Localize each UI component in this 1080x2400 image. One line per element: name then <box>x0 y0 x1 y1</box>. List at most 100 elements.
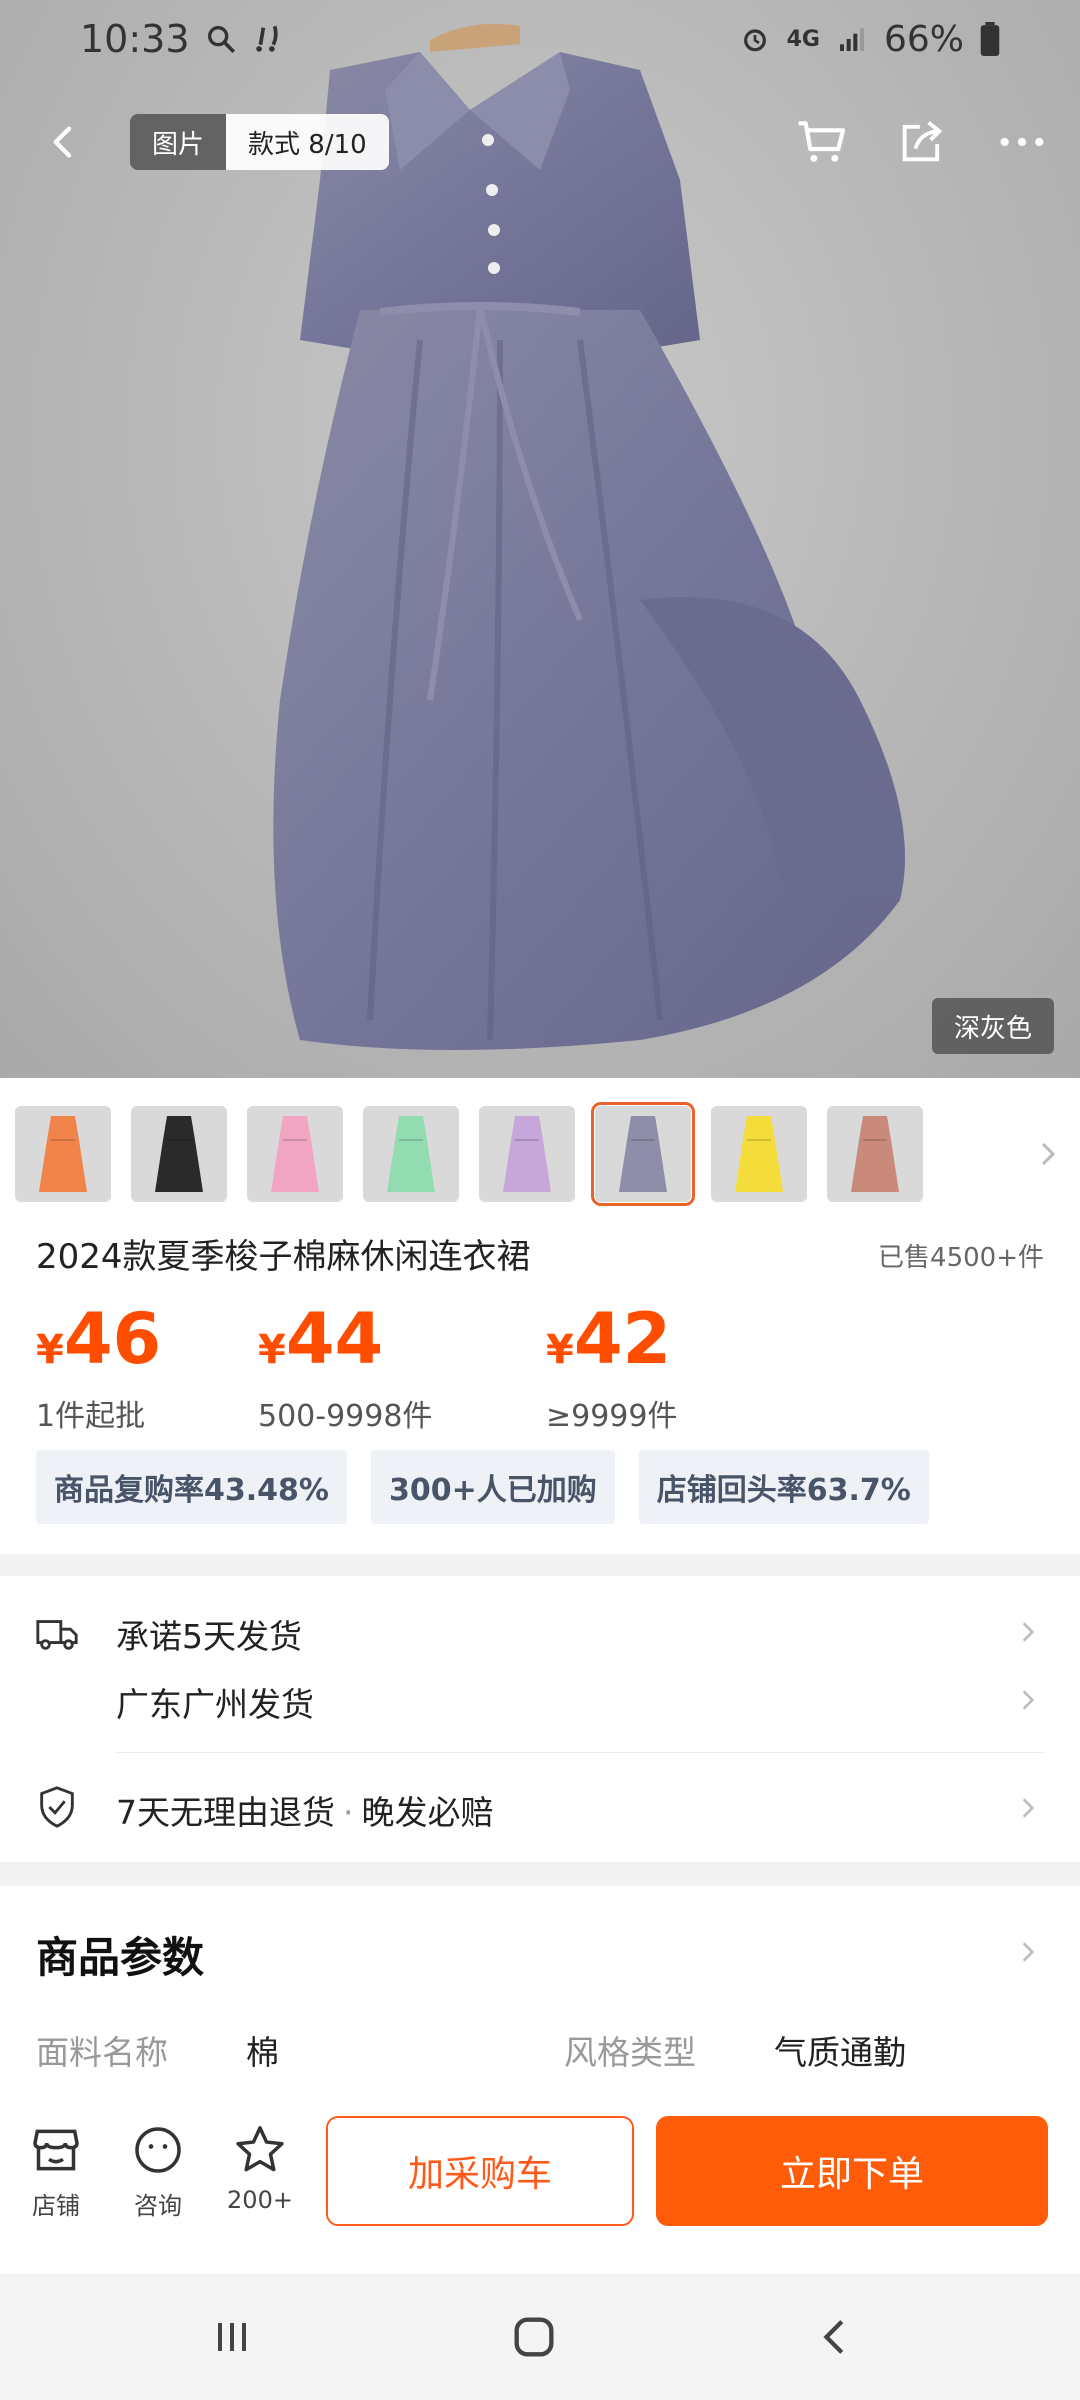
notification-icon <box>255 25 278 52</box>
segment-style-tab[interactable]: 款式 8/10 <box>226 114 389 170</box>
dress-thumbnail-image <box>479 1106 575 1202</box>
cart-icon <box>798 121 846 162</box>
chevron-right-icon <box>1022 1942 1035 1962</box>
price-symbol: ¥ <box>258 1327 286 1373</box>
divider <box>116 1752 1044 1753</box>
more-button[interactable] <box>984 104 1060 180</box>
return-policy-chevron[interactable] <box>1012 1792 1044 1824</box>
status-time: 10:33 <box>80 17 190 61</box>
ship-origin[interactable]: 广东广州发货 <box>116 1678 314 1726</box>
style-thumbnail-dark-gray[interactable] <box>591 1102 695 1206</box>
buy-now-button[interactable]: 立即下单 <box>656 2116 1048 2226</box>
battery-level: 66% <box>883 18 964 60</box>
late-compensation-text: 晚发必赔 <box>361 1793 494 1832</box>
store-return-rate-badge: 店铺回头率63.7% <box>638 1450 929 1524</box>
style-thumbnail-rose[interactable] <box>827 1106 923 1202</box>
store-button[interactable]: 店铺 <box>16 2122 96 2221</box>
dress-thumbnail-image <box>15 1106 111 1202</box>
params-chevron[interactable] <box>1012 1936 1044 1968</box>
price-symbol: ¥ <box>546 1327 574 1373</box>
more-icon <box>1000 137 1044 147</box>
price-value: 46 <box>63 1298 162 1380</box>
product-info: 2024款夏季梭子棉麻休闲连衣裙 已售4500+件 ¥46 1件起批 ¥44 5… <box>0 1232 1080 1554</box>
price-value: 42 <box>573 1298 672 1380</box>
share-icon <box>902 120 943 162</box>
store-icon <box>33 2129 79 2171</box>
price-caption: ≥9999件 <box>546 1399 678 1434</box>
style-thumbnail-black[interactable] <box>131 1106 227 1202</box>
repurchase-rate-badge: 商品复购率43.48% <box>36 1450 347 1524</box>
status-bar: 10:33 4G 66% <box>0 0 1080 78</box>
param-value: 气质通勤 <box>774 2033 906 2072</box>
price-tier-2: ¥44 500-9998件 <box>258 1302 432 1439</box>
shipping-section: 承诺5天发货 广东广州发货 7天无理由退货 · 晚发必赔 <box>0 1576 1080 1862</box>
return-policy[interactable]: 7天无理由退货 · 晚发必赔 <box>116 1786 494 1834</box>
battery-icon <box>980 22 1000 56</box>
chevron-right-icon <box>1022 1798 1035 1818</box>
price-caption: 1件起批 <box>36 1399 146 1434</box>
chevron-right-icon <box>1041 1142 1056 1166</box>
back-button[interactable] <box>28 106 100 178</box>
segment-image-tab[interactable]: 图片 <box>130 114 227 170</box>
signal-icon <box>839 28 864 51</box>
favorite-button[interactable]: 200+ <box>220 2122 300 2214</box>
dress-thumbnail-image <box>131 1106 227 1202</box>
system-navigation-bar <box>0 2274 1080 2400</box>
thumb-more-button[interactable] <box>1028 1134 1068 1174</box>
separator-dot: · <box>343 1793 354 1832</box>
chevron-right-icon <box>1022 1622 1035 1642</box>
dress-thumbnail-image <box>827 1106 923 1202</box>
ship-promise[interactable]: 承诺5天发货 <box>116 1610 302 1658</box>
dress-thumbnail-image <box>595 1106 691 1202</box>
style-thumbnail-pink[interactable] <box>247 1106 343 1202</box>
style-thumbnail-lavender[interactable] <box>479 1106 575 1202</box>
color-tag: 深灰色 <box>931 998 1054 1054</box>
home-icon <box>514 2317 554 2357</box>
param-label: 面料名称 <box>36 2033 168 2072</box>
store-label: 店铺 <box>32 2192 80 2220</box>
ship-promise-chevron[interactable] <box>1012 1616 1044 1648</box>
style-thumbnail-green[interactable] <box>363 1106 459 1202</box>
home-button[interactable] <box>494 2300 574 2374</box>
truck-icon <box>36 1620 78 1650</box>
favorite-count: 200+ <box>227 2186 293 2214</box>
product-params[interactable]: 商品参数 面料名称 棉 风格类型 气质通勤 <box>0 1886 1080 2116</box>
ship-origin-chevron[interactable] <box>1012 1684 1044 1716</box>
recent-apps-button[interactable] <box>192 2300 272 2374</box>
dress-thumbnail-image <box>247 1106 343 1202</box>
price-symbol: ¥ <box>36 1327 64 1373</box>
dress-thumbnail-image <box>711 1106 807 1202</box>
style-thumbnail-strip <box>0 1078 1080 1232</box>
style-thumbnail-yellow[interactable] <box>711 1106 807 1202</box>
share-button[interactable] <box>884 104 960 180</box>
chevron-right-icon <box>1022 1690 1035 1710</box>
product-title: 2024款夏季梭子棉麻休闲连衣裙 <box>36 1237 531 1277</box>
chevron-left-icon <box>53 126 72 158</box>
price-tier-3: ¥42 ≥9999件 <box>546 1302 677 1439</box>
stat-badges: 商品复购率43.48% 300+人已加购 店铺回头率63.7% <box>36 1450 929 1524</box>
added-to-cart-badge: 300+人已加购 <box>370 1450 615 1524</box>
back-icon <box>823 2320 844 2354</box>
system-back-button[interactable] <box>796 2300 876 2374</box>
consult-label: 咨询 <box>134 2192 182 2220</box>
cart-button[interactable] <box>784 104 860 180</box>
consult-button[interactable]: 咨询 <box>118 2122 198 2221</box>
recent-apps-icon <box>218 2323 246 2351</box>
price-caption: 500-9998件 <box>258 1399 433 1434</box>
network-type: 4G <box>786 26 820 52</box>
style-thumbnail-orange[interactable] <box>15 1106 111 1202</box>
sold-count: 已售4500+件 <box>878 1243 1044 1273</box>
gallery-segment: 图片 款式 8/10 <box>130 114 389 170</box>
product-image-gallery[interactable]: 10:33 4G 66% 图片 款式 8/10 深灰色 <box>0 0 1080 1078</box>
top-nav: 图片 款式 8/10 <box>0 100 1080 184</box>
params-title: 商品参数 <box>36 1933 205 1982</box>
shield-check-icon <box>40 1786 74 1828</box>
add-to-cart-button[interactable]: 加采购车 <box>326 2116 634 2226</box>
param-value: 棉 <box>246 2033 279 2072</box>
price-value: 44 <box>285 1298 384 1380</box>
search-icon <box>207 25 235 54</box>
chat-face-icon <box>135 2127 181 2173</box>
price-tier-1: ¥46 1件起批 <box>36 1302 161 1439</box>
return-policy-text: 7天无理由退货 <box>116 1793 335 1832</box>
dress-thumbnail-image <box>363 1106 459 1202</box>
